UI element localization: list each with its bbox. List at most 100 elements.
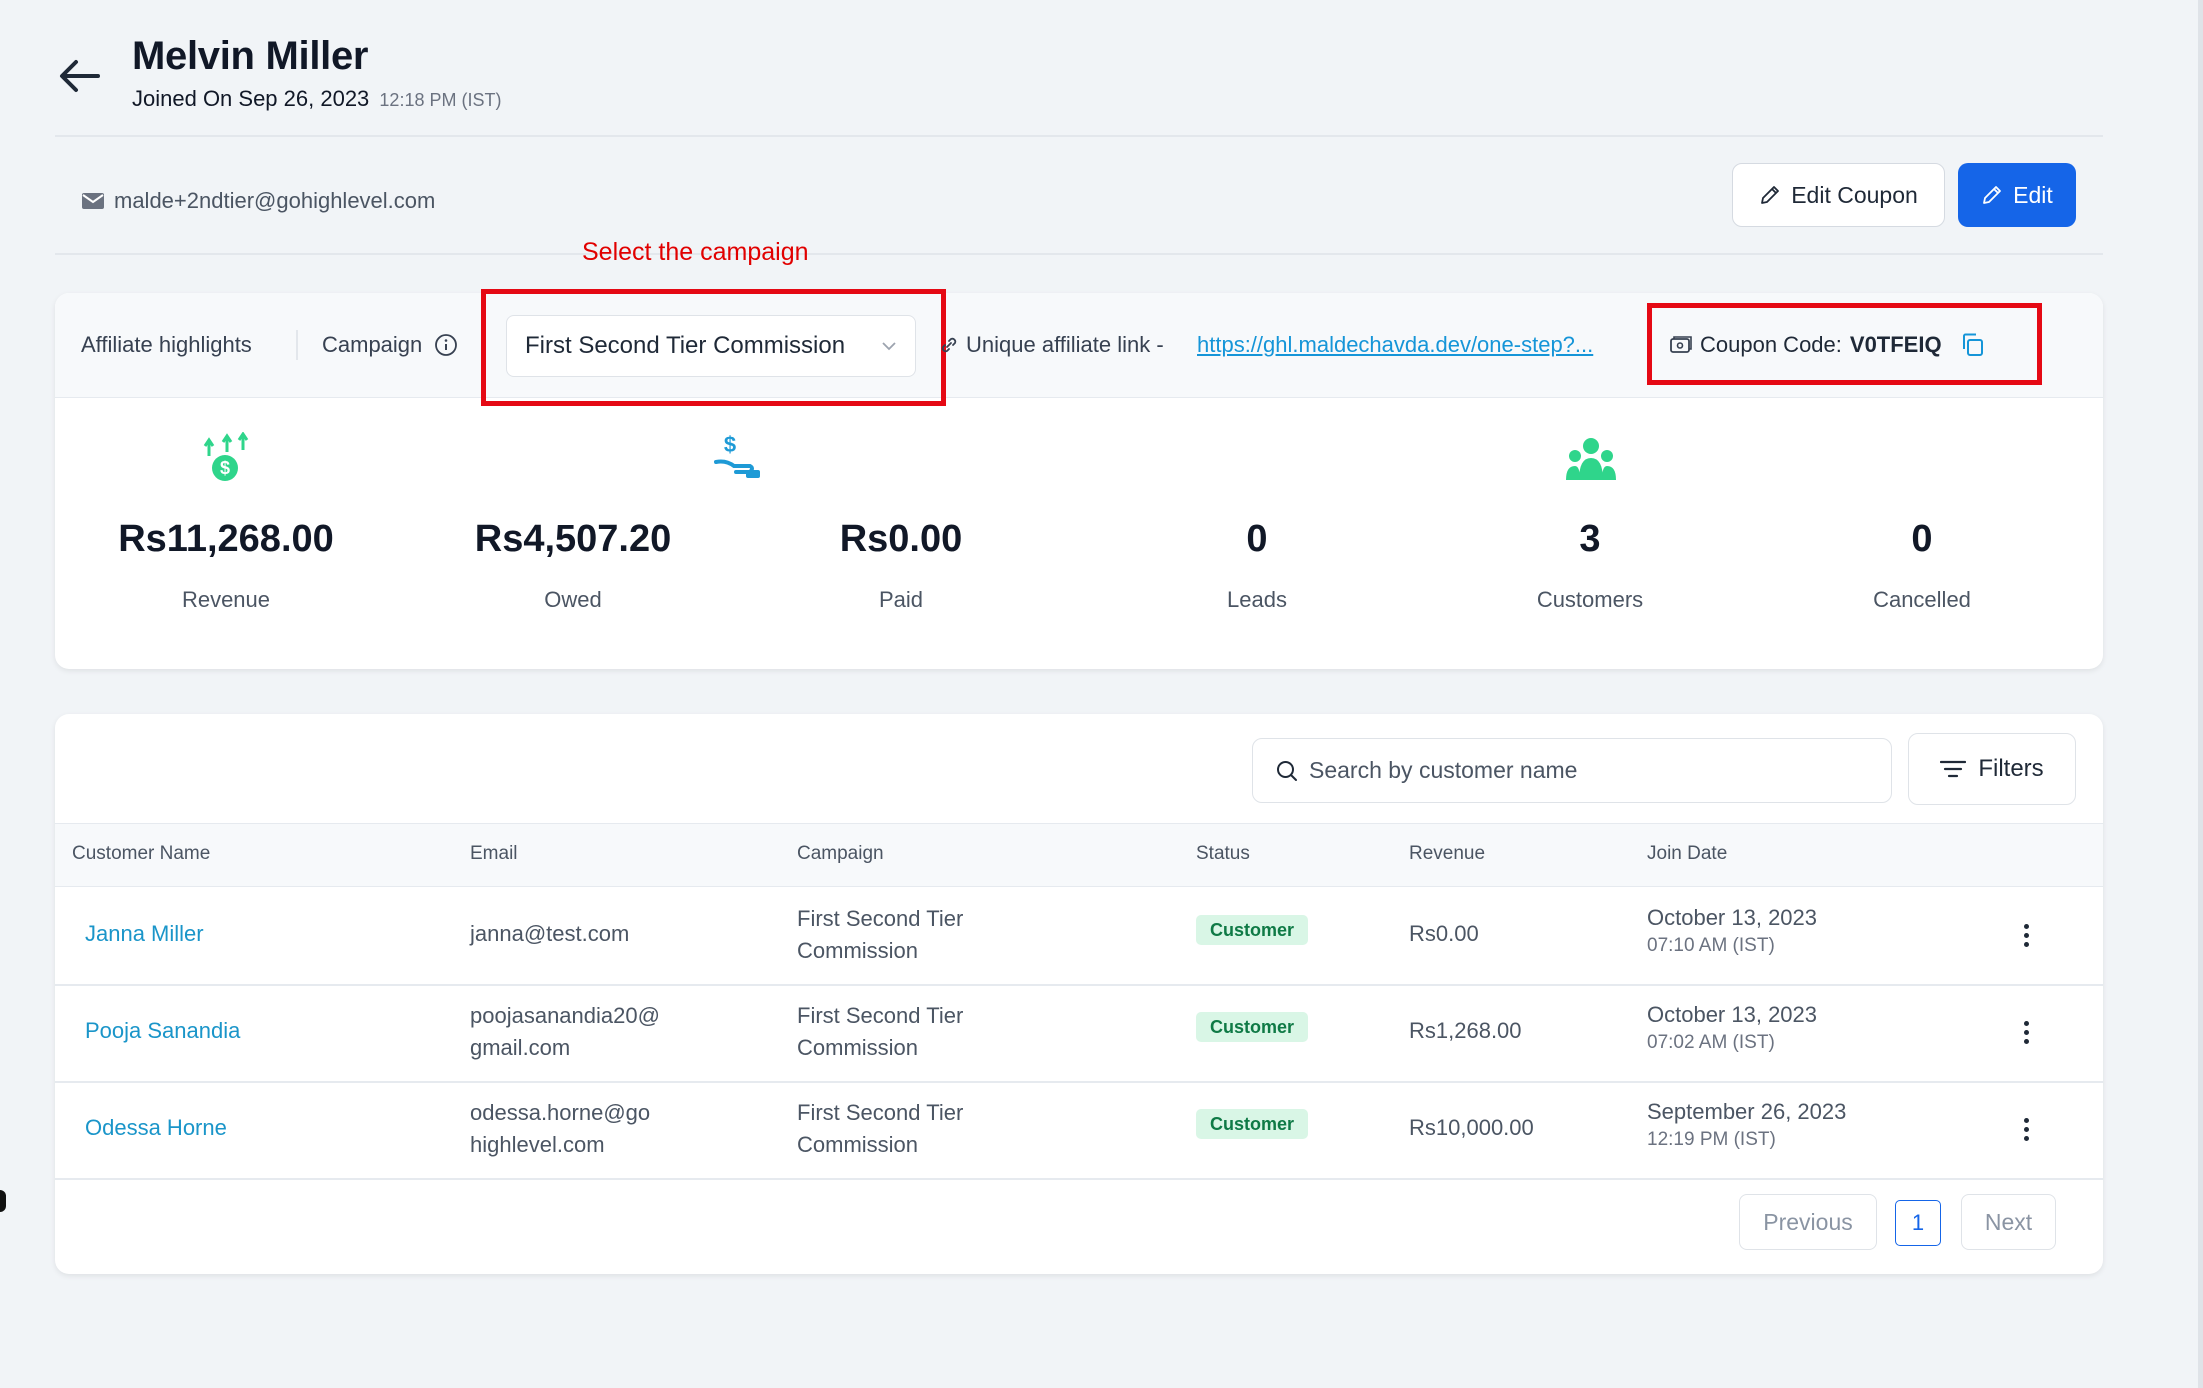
email-line: odessa.horne@go [470, 1100, 651, 1125]
divider [296, 330, 298, 360]
table-header [55, 823, 2103, 887]
affiliate-name: Melvin Miller [132, 34, 369, 78]
edit-button[interactable]: Edit [1958, 163, 2076, 227]
owed-icon: $ [712, 432, 764, 489]
email-line: poojasanandia20@ [470, 1003, 660, 1028]
revenue-icon: $ [201, 431, 253, 489]
email-line: highlevel.com [470, 1132, 605, 1157]
affiliate-link-label: Unique affiliate link - [940, 332, 1164, 358]
row-actions-menu[interactable] [2014, 1012, 2038, 1052]
email-text: malde+2ndtier@gohighlevel.com [114, 188, 436, 213]
svg-text:$: $ [724, 432, 736, 457]
edge-handle [0, 1190, 6, 1212]
customer-revenue: Rs1,268.00 [1409, 1018, 1522, 1043]
stat-label: Revenue [181, 587, 271, 612]
stat-value: Rs11,268.00 [118, 518, 334, 560]
stat-value: Rs0.00 [839, 518, 963, 560]
link-icon [941, 337, 957, 353]
stat-value: Rs4,507.20 [474, 518, 672, 560]
join-time: 07:02 AM (IST) [1647, 1032, 1775, 1053]
column-header-email[interactable]: Email [470, 843, 518, 865]
filter-icon [1940, 760, 1967, 778]
campaign-line: First Second Tier [797, 1100, 964, 1125]
stat-value: 0 [1246, 518, 1268, 560]
customer-name-link[interactable]: Odessa Horne [85, 1115, 227, 1141]
stat-label: Paid [878, 587, 924, 612]
row-actions-menu[interactable] [2014, 1109, 2038, 1149]
column-header-join-date[interactable]: Join Date [1647, 843, 1727, 865]
stat-cancelled: 0 Cancelled [1772, 518, 2072, 613]
stat-customers: 3 Customers [1440, 518, 1740, 613]
customer-join-date: October 13, 2023 07:02 AM (IST) [1647, 1002, 1817, 1054]
column-header-customer-name[interactable]: Customer Name [72, 843, 210, 865]
annotation-highlight-coupon [1647, 303, 2042, 385]
customer-email: janna@test.com [470, 918, 629, 950]
join-time: 07:10 AM (IST) [1647, 935, 1775, 956]
email-line: janna@test.com [470, 921, 630, 946]
status-badge: Customer [1196, 1109, 1309, 1139]
pagination-previous-button[interactable]: Previous [1739, 1194, 1877, 1250]
search-input[interactable] [1309, 757, 1869, 784]
join-date: October 13, 2023 [1647, 1002, 1818, 1027]
stat-value: 3 [1579, 518, 1601, 560]
stat-leads: 0 Leads [1107, 518, 1407, 613]
pencil-icon [1983, 186, 2002, 204]
highlights-title: Affiliate highlights [81, 332, 252, 357]
arrow-left-icon [60, 60, 100, 92]
affiliate-link-label-text: Unique affiliate link - [966, 332, 1164, 357]
customer-join-date: October 13, 2023 07:10 AM (IST) [1647, 905, 1817, 957]
joined-time: 12:18 PM (IST) [379, 90, 502, 110]
campaign-line: First Second Tier [797, 1003, 964, 1028]
join-time: 12:19 PM (IST) [1647, 1129, 1776, 1150]
row-divider [55, 1081, 2103, 1083]
search-icon [1277, 760, 1297, 781]
stat-paid: Rs0.00 Paid [751, 518, 1051, 613]
status-label: Customer [1196, 1109, 1309, 1139]
campaign-line: Commission [797, 938, 919, 963]
customer-revenue: Rs10,000.00 [1409, 1115, 1534, 1140]
column-header-revenue[interactable]: Revenue [1409, 843, 1485, 865]
svg-text:$: $ [220, 458, 230, 478]
pagination-page-1[interactable]: 1 [1895, 1200, 1941, 1246]
joined-date: Joined On Sep 26, 2023 12:18 PM (IST) [132, 86, 501, 112]
join-date: October 13, 2023 [1647, 905, 1818, 930]
stat-label: Customers [1536, 587, 1644, 612]
email-row: malde+2ndtier@gohighlevel.com [82, 188, 435, 214]
customer-email: poojasanandia20@ gmail.com [470, 1000, 660, 1064]
filters-button[interactable]: Filters [1908, 733, 2076, 805]
stat-label: Cancelled [1873, 587, 1971, 612]
stat-value: 0 [1911, 518, 1933, 560]
divider [55, 253, 2103, 255]
join-date: September 26, 2023 [1647, 1099, 1847, 1124]
campaign-line: Commission [797, 1132, 919, 1157]
column-header-status[interactable]: Status [1196, 843, 1250, 865]
edit-coupon-button[interactable]: Edit Coupon [1732, 163, 1945, 227]
campaign-label: Campaign [322, 332, 458, 358]
column-header-campaign[interactable]: Campaign [797, 843, 884, 865]
customers-icon [1565, 436, 1617, 487]
mail-icon [82, 193, 104, 209]
info-icon[interactable] [434, 333, 458, 357]
affiliate-link[interactable]: https://ghl.maldechavda.dev/one-step?... [1197, 332, 1593, 358]
pencil-icon [1761, 186, 1780, 204]
stat-revenue: Rs11,268.00 Revenue [76, 518, 376, 613]
customer-name-link[interactable]: Janna Miller [85, 921, 204, 947]
status-label: Customer [1196, 1012, 1309, 1042]
status-label: Customer [1196, 915, 1309, 945]
status-badge: Customer [1196, 1012, 1309, 1042]
row-actions-menu[interactable] [2014, 915, 2038, 955]
annotation-highlight-campaign [481, 289, 946, 406]
edit-coupon-label: Edit Coupon [1791, 181, 1918, 208]
pagination-next-button[interactable]: Next [1961, 1194, 2056, 1250]
row-divider [55, 1178, 2103, 1180]
stat-label: Owed [544, 587, 602, 612]
campaign-line: Commission [797, 1035, 919, 1060]
customer-email: odessa.horne@go highlevel.com [470, 1097, 650, 1161]
search-box[interactable] [1252, 738, 1892, 803]
stat-owed: Rs4,507.20 Owed [423, 518, 723, 613]
filters-label: Filters [1978, 755, 2044, 782]
back-button[interactable] [52, 48, 108, 104]
customer-name-link[interactable]: Pooja Sanandia [85, 1018, 240, 1044]
customer-campaign: First Second Tier Commission [797, 903, 963, 967]
customer-join-date: September 26, 2023 12:19 PM (IST) [1647, 1099, 1846, 1151]
